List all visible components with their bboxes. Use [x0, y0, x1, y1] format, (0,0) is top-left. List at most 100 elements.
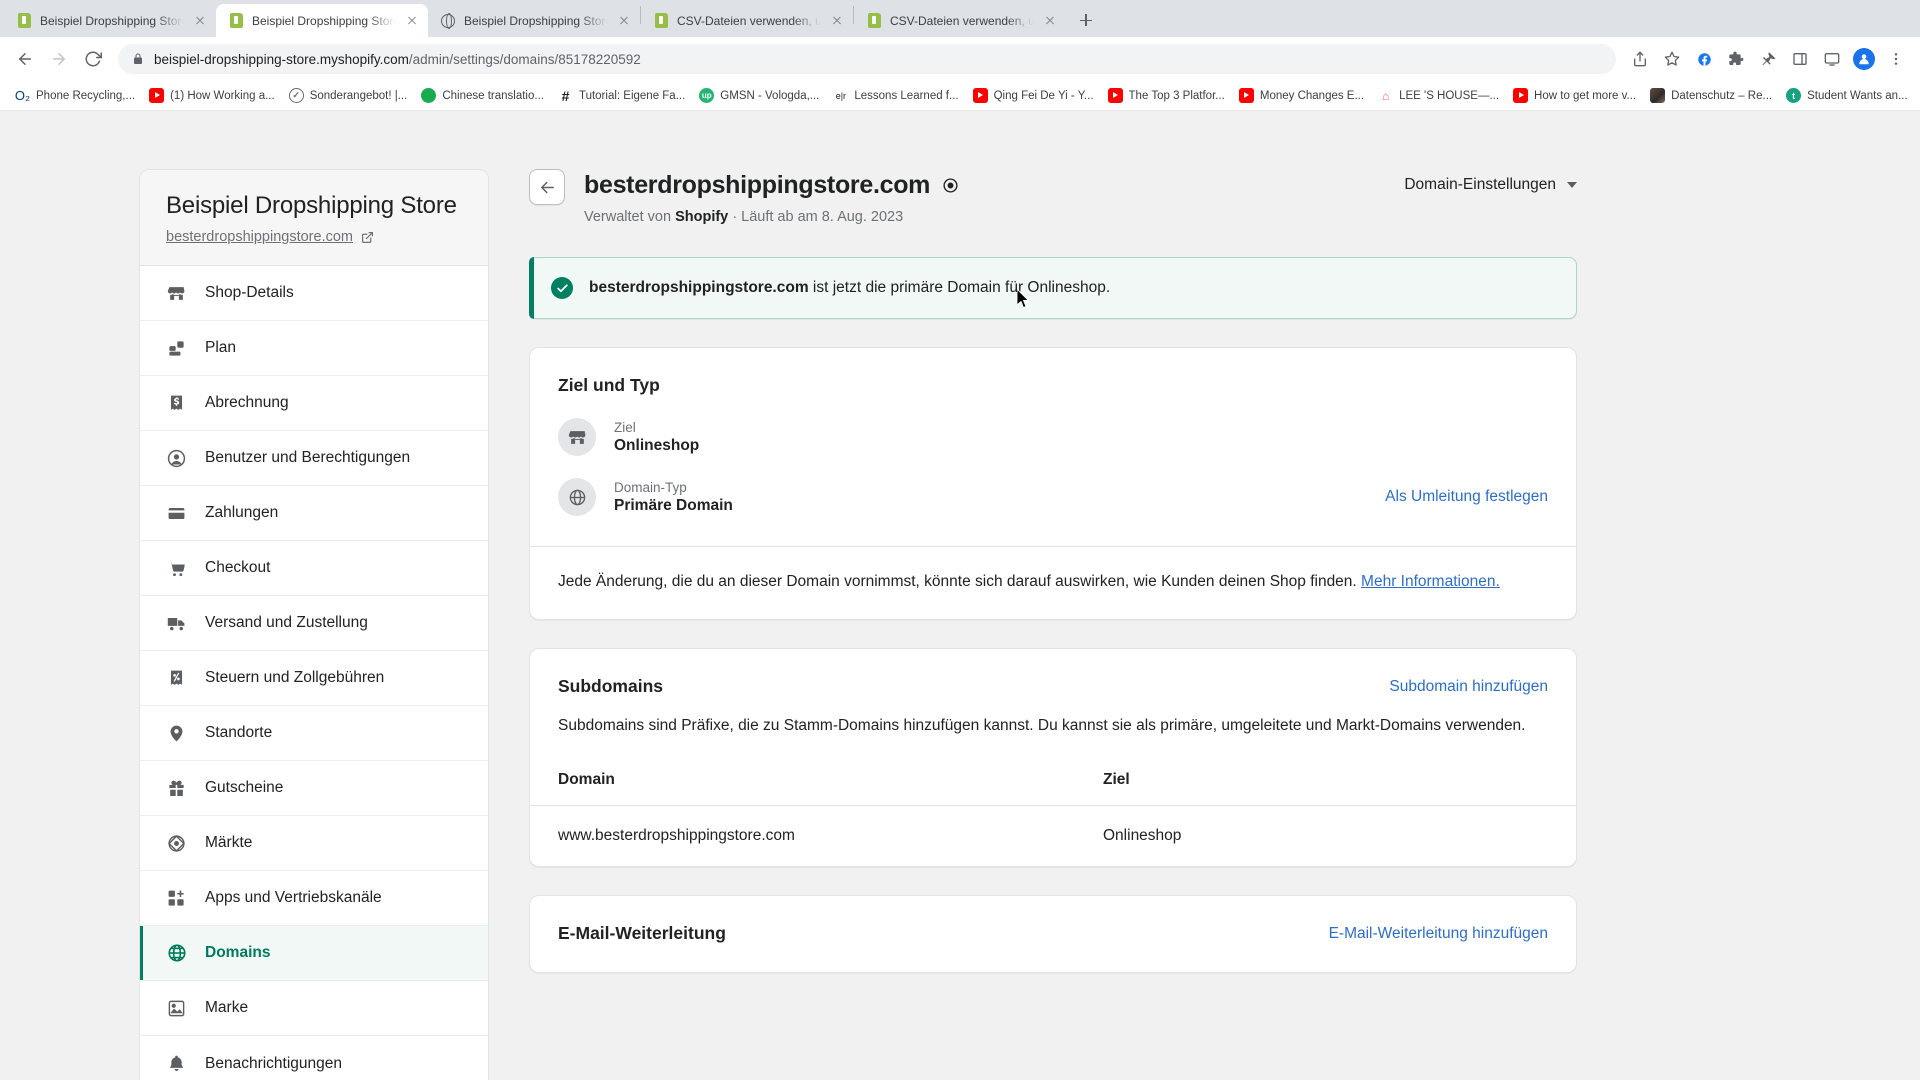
bookmark-star-icon[interactable]	[1658, 45, 1686, 73]
bookmark-label: Money Changes E...	[1259, 89, 1365, 102]
avatar[interactable]	[1853, 48, 1875, 70]
credit-card-icon	[166, 503, 187, 524]
sidebar-item-gutscheine[interactable]: Gutscheine	[140, 761, 488, 816]
page-content: Beispiel Dropshipping Store besterdropsh…	[0, 111, 1920, 1080]
sidebar-item-label: Checkout	[205, 559, 271, 576]
facebook-extension-icon[interactable]	[1690, 45, 1718, 73]
bookmark-item[interactable]: Qing Fei De Yi - Y...	[966, 85, 1101, 106]
airbnb-icon: ⌂	[1378, 88, 1394, 103]
als-umleitung-festlegen-link[interactable]: Als Umleitung festlegen	[1385, 488, 1548, 506]
chrome-menu-icon[interactable]	[1882, 45, 1910, 73]
subdomains-description: Subdomains sind Präfixe, die zu Stamm-Do…	[558, 717, 1526, 734]
screen-cast-icon[interactable]	[1818, 45, 1846, 73]
note-text: Jede Änderung, die du an dieser Domain v…	[558, 573, 1362, 590]
sidebar-item-maerkte[interactable]: Märkte	[140, 816, 488, 871]
sidebar-item-marke[interactable]: Marke	[140, 981, 488, 1036]
browser-tab-active[interactable]: Beispiel Dropshipping Store · D	[216, 4, 428, 37]
browser-tab[interactable]: Beispiel Dropshipping Store	[428, 4, 640, 37]
share-icon[interactable]	[1626, 45, 1654, 73]
green-circle-icon	[421, 88, 437, 103]
store-url-row[interactable]: besterdropshippingstore.com	[166, 229, 462, 245]
o2-icon: O₂	[14, 88, 31, 103]
email-weiterleitung-hinzufuegen-link[interactable]: E-Mail-Weiterleitung hinzufügen	[1329, 925, 1548, 943]
sidebar-item-zahlungen[interactable]: Zahlungen	[140, 486, 488, 541]
sidebar-item-label: Domains	[205, 944, 271, 961]
sidebar-item-apps-vertriebskanaele[interactable]: Apps und Vertriebskanäle	[140, 871, 488, 926]
new-tab-button[interactable]	[1072, 6, 1100, 34]
domain-typ-row: Domain-Typ Primäre Domain Als Umleitung …	[558, 478, 1548, 516]
sidebar-item-label: Steuern und Zollgebühren	[205, 669, 385, 686]
bookmarks-bar: O₂ Phone Recycling,... (1) How Working a.…	[0, 81, 1920, 111]
sidebar-item-abrechnung[interactable]: Abrechnung	[140, 376, 488, 431]
bookmark-label: Sonderangebot! |...	[309, 89, 408, 102]
subdomain-hinzufuegen-link[interactable]: Subdomain hinzufügen	[1389, 678, 1548, 696]
bookmark-item[interactable]: (1) How Working a...	[142, 85, 282, 106]
sidebar-item-checkout[interactable]: Checkout	[140, 541, 488, 596]
bookmark-item[interactable]: ✓ Sonderangebot! |...	[282, 85, 415, 106]
pin-extension-icon[interactable]	[1754, 45, 1782, 73]
sidebar-item-shop-details[interactable]: Shop-Details	[140, 266, 488, 321]
hash-icon: #	[557, 88, 573, 104]
email-forwarding-header: E-Mail-Weiterleitung E-Mail-Weiterleitun…	[558, 923, 1548, 944]
youtube-icon	[149, 88, 165, 103]
bookmark-item[interactable]: e|r Lessons Learned f...	[826, 85, 965, 106]
page-title: besterdropshippingstore.com	[584, 171, 931, 199]
lock-icon	[132, 53, 144, 65]
bookmark-item[interactable]: The Top 3 Platfor...	[1101, 85, 1232, 106]
sidebar-item-steuern-zollgebuehren[interactable]: Steuern und Zollgebühren	[140, 651, 488, 706]
banner-text: besterdropshippingstore.com ist jetzt di…	[589, 279, 1110, 297]
bookmark-item[interactable]: # Tutorial: Eigene Fa...	[551, 85, 692, 106]
sidebar-item-benachrichtigungen[interactable]: Benachrichtigungen	[140, 1036, 488, 1080]
sidebar-item-domains[interactable]: Domains	[140, 926, 488, 981]
domain-typ-value: Primäre Domain	[614, 496, 733, 514]
bookmark-item[interactable]: Datenschutz – Re...	[1643, 85, 1779, 106]
sidebar-item-label: Plan	[205, 339, 237, 356]
close-icon[interactable]	[404, 13, 420, 29]
title-row: besterdropshippingstore.com	[584, 171, 1404, 200]
sidebar-item-standorte[interactable]: Standorte	[140, 706, 488, 761]
url-path: /admin/settings/domains/85178220592	[408, 51, 641, 67]
close-icon[interactable]	[1042, 13, 1058, 29]
browser-tab[interactable]: CSV-Dateien verwenden, um P	[641, 4, 853, 37]
domain-settings-button[interactable]: Domain-Einstellungen	[1404, 169, 1577, 194]
tab-title: Beispiel Dropshipping Store · D	[40, 13, 184, 28]
close-icon[interactable]	[616, 13, 632, 29]
close-icon[interactable]	[829, 13, 845, 29]
bookmark-item[interactable]: O₂ Phone Recycling,...	[8, 85, 142, 106]
shopify-favicon	[228, 13, 244, 29]
reading-list-icon[interactable]	[1786, 45, 1814, 73]
address-bar[interactable]: beispiel-dropshipping-store.myshopify.co…	[118, 44, 1616, 74]
preview-eye-icon[interactable]	[942, 177, 959, 194]
reload-icon[interactable]	[78, 44, 108, 74]
bookmark-item[interactable]: (2) How To Add A...	[1915, 85, 1920, 106]
bookmark-item[interactable]: Chinese translatio...	[414, 85, 551, 106]
subtitle-suffix: · Läuft ab am 8. Aug. 2023	[728, 209, 904, 225]
sidebar-item-label: Marke	[205, 999, 249, 1016]
success-banner: besterdropshippingstore.com ist jetzt di…	[529, 257, 1577, 319]
bookmark-item[interactable]: up GMSN - Vologda,...	[692, 85, 826, 106]
bookmark-item[interactable]: How to get more v...	[1506, 85, 1643, 106]
browser-tab[interactable]: Beispiel Dropshipping Store · D	[4, 4, 216, 37]
store-url-link[interactable]: besterdropshippingstore.com	[166, 229, 353, 245]
mehr-informationen-link[interactable]: Mehr Informationen.	[1361, 573, 1500, 590]
close-icon[interactable]	[192, 13, 208, 29]
tab-title: CSV-Dateien verwenden, um P	[890, 13, 1034, 28]
bookmark-item[interactable]: ⌂ LEE 'S HOUSE—...	[1371, 85, 1506, 106]
er-icon: e|r	[833, 88, 849, 103]
back-button[interactable]	[529, 169, 565, 205]
sidebar-item-versand-zustellung[interactable]: Versand und Zustellung	[140, 596, 488, 651]
url-text: beispiel-dropshipping-store.myshopify.co…	[154, 52, 641, 67]
external-link-icon	[361, 231, 374, 244]
sidebar-item-benutzer-berechtigungen[interactable]: Benutzer und Berechtigungen	[140, 431, 488, 486]
bookmark-item[interactable]: t Student Wants an...	[1779, 85, 1915, 106]
table-row[interactable]: www.besterdropshippingstore.com Onlinesh…	[530, 805, 1576, 866]
extension-puzzle-icon[interactable]	[1722, 45, 1750, 73]
bookmark-item[interactable]: Money Changes E...	[1232, 85, 1371, 106]
back-icon[interactable]	[10, 44, 40, 74]
sidebar-item-plan[interactable]: Plan	[140, 321, 488, 376]
browser-tab[interactable]: CSV-Dateien verwenden, um P	[854, 4, 1066, 37]
percent-receipt-icon	[166, 668, 187, 689]
email-forwarding-card: E-Mail-Weiterleitung E-Mail-Weiterleitun…	[529, 895, 1577, 974]
forward-icon[interactable]	[44, 44, 74, 74]
shopify-favicon	[16, 13, 32, 29]
